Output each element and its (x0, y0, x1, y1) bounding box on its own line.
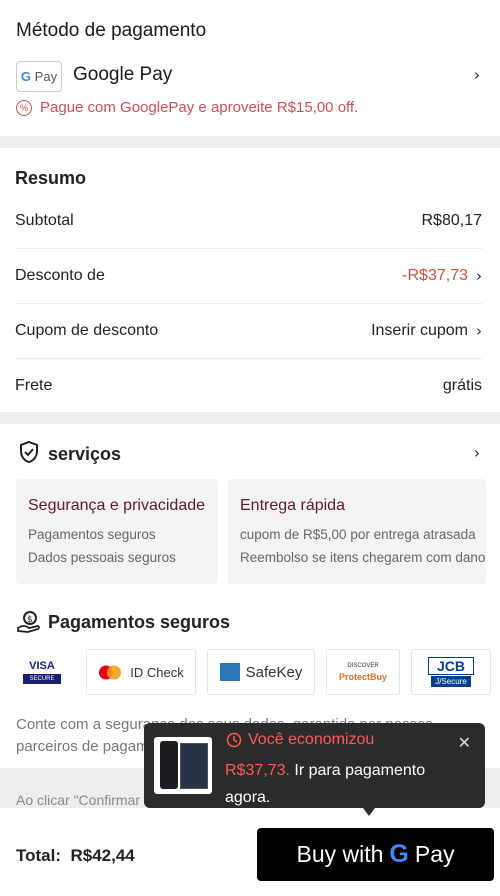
delivery-card-title: Entrega rápida (240, 497, 345, 514)
visa-secure-logo: VISA SECURE (10, 649, 74, 695)
secure-payment-icon: $ (17, 611, 40, 633)
buy-brand: Pay (414, 841, 455, 867)
payment-section: Método de pagamento G Pay Google Pay › %… (0, 0, 500, 136)
summary-title: Resumo (15, 168, 87, 188)
security-card: Segurança e privacidade Pagamentos segur… (16, 479, 218, 584)
amex-icon (219, 663, 240, 681)
google-pay-logo: G Pay (16, 61, 62, 92)
promo-banner: % Pague com GooglePay e aproveite R$15,0… (16, 99, 358, 116)
amex-safekey-logo: SafeKey (207, 649, 315, 695)
discount-label: Desconto de (15, 267, 105, 284)
delivery-card-line: cupom de R$5,00 por entrega atrasada (240, 527, 476, 542)
toast-message[interactable]: R$37,73. Ir para pagamento agora. (225, 757, 450, 811)
summary-section: Resumo Subtotal R$80,17 Desconto de -R$3… (0, 148, 500, 412)
delivery-card: Entrega rápida cupom de R$5,00 por entre… (228, 479, 486, 584)
svg-text:$: $ (27, 615, 33, 625)
clock-icon (226, 732, 242, 748)
total: Total: R$42,44 (16, 846, 135, 866)
security-card-line: Pagamentos seguros (28, 527, 156, 542)
google-g-icon: G (389, 840, 409, 868)
jcb-jsecure-logo: JCB J/Secure (411, 649, 491, 695)
payment-method-label[interactable]: Google Pay (73, 64, 172, 86)
terms-text: Ao clicar "Confirmar (16, 792, 140, 808)
services-section: serviços › Segurança e privacidade Pagam… (0, 424, 500, 768)
subtotal-label: Subtotal (15, 212, 74, 229)
shipping-label: Frete (15, 377, 53, 394)
buy-text: Buy with (296, 841, 384, 867)
discount-value: -R$37,73 (402, 267, 468, 284)
subtotal-value: R$80,17 (421, 212, 483, 229)
discount-row[interactable]: Desconto de -R$37,73 › (15, 249, 482, 304)
total-value: R$42,44 (70, 846, 135, 865)
security-card-line: Dados pessoais seguros (28, 550, 176, 565)
toast-headline: Você economizou (226, 731, 374, 749)
chevron-right-icon: › (476, 322, 482, 340)
product-thumbnail (154, 737, 212, 794)
toast-pointer (363, 808, 375, 816)
close-icon[interactable]: ✕ (458, 733, 471, 752)
toast-amount: R$37,73. (225, 762, 290, 779)
savings-toast[interactable]: Você economizou R$37,73. Ir para pagamen… (144, 723, 485, 816)
subtotal-row: Subtotal R$80,17 (15, 194, 482, 249)
shipping-value: grátis (442, 377, 482, 394)
security-card-title: Segurança e privacidade (28, 497, 206, 514)
shipping-row: Frete grátis (15, 359, 482, 413)
secure-payments-title: Pagamentos seguros (48, 612, 231, 632)
checkout-footer: Total: R$42,44 Buy with G Pay (0, 808, 500, 896)
mastercard-icon (99, 665, 122, 679)
payment-title: Método de pagamento (16, 20, 207, 41)
promo-text: Pague com GooglePay e aproveite R$15,00 … (40, 99, 359, 116)
chevron-right-icon[interactable]: › (474, 444, 480, 462)
shield-check-icon (20, 440, 38, 464)
discover-protectbuy-logo: DISCOVER ProtectBuy (326, 649, 400, 695)
buy-with-google-pay-button[interactable]: Buy with G Pay (257, 828, 494, 881)
mastercard-idcheck-logo: ID Check (86, 649, 196, 695)
chevron-right-icon[interactable]: › (474, 66, 480, 84)
chevron-right-icon: › (476, 267, 482, 285)
discount-icon: % (16, 99, 32, 116)
total-label: Total: (16, 846, 62, 865)
coupon-label: Cupom de desconto (15, 322, 159, 339)
services-title: serviços (48, 444, 122, 464)
coupon-row[interactable]: Cupom de desconto Inserir cupom › (15, 304, 482, 359)
coupon-value: Inserir cupom (371, 322, 468, 339)
delivery-card-line: Reembolso se itens chegarem com danos (240, 550, 486, 565)
